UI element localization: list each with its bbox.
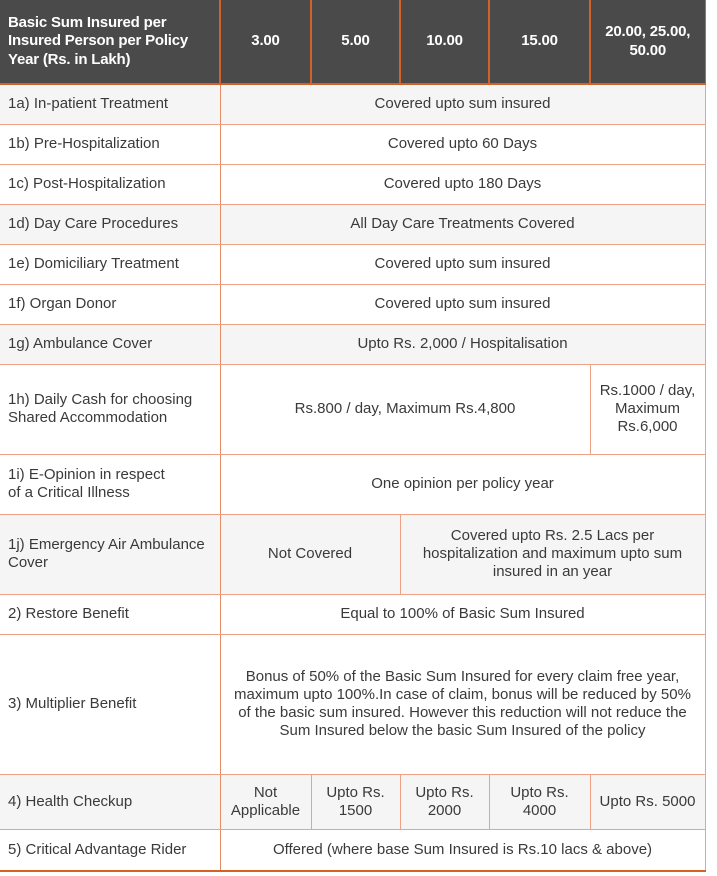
- benefit-value: Bonus of 50% of the Basic Sum Insured fo…: [220, 634, 706, 775]
- benefit-value: Upto Rs. 1500: [311, 774, 401, 830]
- table-row: 1c) Post-Hospitalization Covered upto 180…: [0, 164, 706, 205]
- table-row: 1i) E-Opinion in respect of a Critical I…: [0, 454, 706, 515]
- table-row: 1a) In-patient Treatment Covered upto sum…: [0, 84, 706, 125]
- benefit-value: Covered upto 60 Days: [220, 124, 706, 165]
- benefit-value: Offered (where base Sum Insured is Rs.10…: [220, 829, 706, 872]
- benefit-value: Upto Rs. 2,000 / Hospitalisation: [220, 324, 706, 365]
- benefit-value: Upto Rs. 5000: [590, 774, 706, 830]
- header-row: Basic Sum Insured per Insured Person per…: [0, 0, 706, 85]
- benefit-value: Not Covered: [220, 514, 401, 595]
- benefit-value: All Day Care Treatments Covered: [220, 204, 706, 245]
- benefit-value: Covered upto 180 Days: [220, 164, 706, 205]
- table-row: 4) Health Checkup Not Applicable Upto Rs. …: [0, 774, 706, 830]
- benefit-value: Rs.800 / day, Maximum Rs.4,800: [220, 364, 591, 455]
- benefit-label: 1c) Post-Hospitalization: [0, 164, 221, 205]
- benefit-label: 5) Critical Advantage Rider: [0, 829, 221, 872]
- table-row: 5) Critical Advantage Rider Offered (wher…: [0, 829, 706, 872]
- benefit-label: 1j) Emergency Air Ambulance Cover: [0, 514, 221, 595]
- table-row: 3) Multiplier Benefit Bonus of 50% of the…: [0, 634, 706, 775]
- benefit-label: 1h) Daily Cash for choosing Shared Accom…: [0, 364, 221, 455]
- benefits-comparison-table: Basic Sum Insured per Insured Person per…: [0, 0, 706, 872]
- benefit-value: Covered upto Rs. 2.5 Lacs per hospitaliz…: [400, 514, 706, 595]
- benefit-value: Covered upto sum insured: [220, 284, 706, 325]
- table-row: 1e) Domiciliary Treatment Covered upto su…: [0, 244, 706, 285]
- benefit-label: 1b) Pre-Hospitalization: [0, 124, 221, 165]
- header-col-3: 3.00: [220, 0, 312, 85]
- benefit-label: 4) Health Checkup: [0, 774, 221, 830]
- header-col-10: 10.00: [400, 0, 490, 85]
- table-row: 1d) Day Care Procedures All Day Care Trea…: [0, 204, 706, 245]
- benefit-value: Upto Rs. 4000: [489, 774, 591, 830]
- table-row: 1g) Ambulance Cover Upto Rs. 2,000 / Hosp…: [0, 324, 706, 365]
- header-sum-insured-label: Basic Sum Insured per Insured Person per…: [0, 0, 221, 85]
- benefit-label: 1e) Domiciliary Treatment: [0, 244, 221, 285]
- benefit-label: 1g) Ambulance Cover: [0, 324, 221, 365]
- table-row: 1j) Emergency Air Ambulance Cover Not Cov…: [0, 514, 706, 595]
- benefit-value: Covered upto sum insured: [220, 84, 706, 125]
- benefit-label: 3) Multiplier Benefit: [0, 634, 221, 775]
- header-col-15: 15.00: [489, 0, 591, 85]
- benefit-label: 2) Restore Benefit: [0, 594, 221, 635]
- table-row: 1f) Organ Donor Covered upto sum insured: [0, 284, 706, 325]
- benefit-label: 1f) Organ Donor: [0, 284, 221, 325]
- header-col-20-25-50: 20.00, 25.00, 50.00: [590, 0, 706, 85]
- benefit-value: Equal to 100% of Basic Sum Insured: [220, 594, 706, 635]
- table-row: 1b) Pre-Hospitalization Covered upto 60 D…: [0, 124, 706, 165]
- benefit-label: 1d) Day Care Procedures: [0, 204, 221, 245]
- table-body: 1a) In-patient Treatment Covered upto sum…: [0, 84, 706, 872]
- benefit-value: Upto Rs. 2000: [400, 774, 490, 830]
- benefit-value: One opinion per policy year: [220, 454, 706, 515]
- table-row: 1h) Daily Cash for choosing Shared Accom…: [0, 364, 706, 455]
- header-col-5: 5.00: [311, 0, 401, 85]
- table-header: Basic Sum Insured per Insured Person per…: [0, 0, 706, 85]
- table-row: 2) Restore Benefit Equal to 100% of Basic…: [0, 594, 706, 635]
- benefit-value: Covered upto sum insured: [220, 244, 706, 285]
- benefit-label: 1i) E-Opinion in respect of a Critical I…: [0, 454, 221, 515]
- benefit-label: 1a) In-patient Treatment: [0, 84, 221, 125]
- benefit-value: Not Applicable: [220, 774, 312, 830]
- benefit-value: Rs.1000 / day, Maximum Rs.6,000: [590, 364, 706, 455]
